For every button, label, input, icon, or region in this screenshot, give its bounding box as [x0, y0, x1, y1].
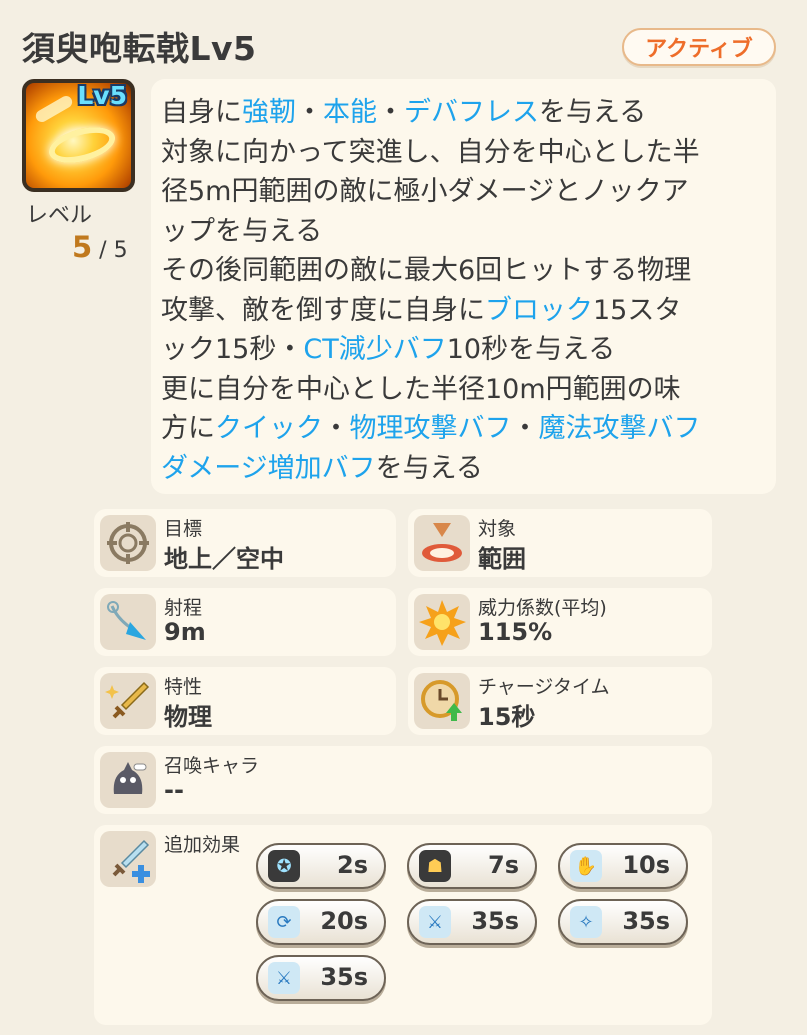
description-text: 更に自分を中心とした半径10m円範囲の味 — [161, 373, 681, 405]
info-card-power: 威力係数(平均) 115% — [408, 588, 712, 656]
level-max: / 5 — [92, 238, 128, 263]
description-text: 10秒を与える — [446, 334, 616, 365]
description-text: ・ — [377, 97, 404, 128]
effect-mag-atk[interactable]: ✧ 35s — [558, 899, 688, 945]
description-text: 対象に向かって突進し、自分を中心とした半 — [161, 136, 700, 168]
keyword-link: ダメージ増加バフ — [161, 452, 376, 484]
effect-quick[interactable]: ⟳ 20s — [256, 899, 386, 945]
description-line: ップを与える — [161, 212, 766, 252]
skill-level-tag: Lv5 — [77, 81, 127, 110]
info-card-target: 目標 地上／空中 — [94, 509, 396, 577]
effect-instinct[interactable]: ☗ 7s — [407, 843, 537, 889]
description-line: ダメージ増加バフを与える — [161, 449, 766, 489]
level-label: レベル — [26, 203, 93, 228]
skill-title: 須臾咆転戟Lv5 — [22, 29, 257, 68]
skill-icon: Lv5 — [22, 79, 135, 192]
effect-duration: 35s — [622, 907, 670, 935]
skill-description: 自身に強靭・本能・デバフレスを与える 対象に向かって突進し、自分を中心とした半 径5… — [151, 79, 776, 494]
description-line: 方にクイック・物理攻撃バフ・魔法攻撃バフ — [161, 409, 766, 449]
sword-plus-icon — [100, 831, 156, 887]
description-line: 径5m円範囲の敵に極小ダメージとノックア — [161, 172, 766, 212]
effect-debuffless[interactable]: ✋ 10s — [558, 843, 688, 889]
description-line: 対象に向かって突進し、自分を中心とした半 — [161, 133, 766, 173]
description-text: ップを与える — [161, 215, 323, 247]
info-card-summon: 召喚キャラ -- — [94, 746, 712, 814]
summon-icon — [100, 752, 156, 808]
description-text: 15スタ — [593, 294, 682, 326]
extra-label: 追加効果 — [164, 834, 241, 856]
description-text: 自身に — [161, 97, 242, 128]
scope-value: 範囲 — [478, 545, 526, 573]
info-card-scope: 対象 範囲 — [408, 509, 712, 577]
shield-flex-icon: ✪ — [268, 850, 300, 882]
keyword-link: クイック — [215, 413, 323, 444]
description-line: 自身に強靭・本能・デバフレスを与える — [161, 93, 766, 133]
effect-duration: 10s — [622, 851, 670, 879]
description-text: 攻撃、敵を倒す度に自身に — [161, 294, 485, 326]
description-text: ・ — [296, 97, 323, 128]
power-value: 115% — [478, 618, 553, 646]
keyword-link: CT減少バフ — [303, 334, 447, 365]
summon-label: 召喚キャラ — [164, 755, 260, 777]
description-line: ック15秒・CT減少バフ10秒を与える — [161, 330, 766, 370]
keyword-link: 強靭 — [242, 97, 296, 128]
keyword-link: 物理攻撃バフ — [349, 413, 512, 444]
sword-up-icon: ⚔ — [268, 962, 300, 994]
level-current: 5 — [72, 230, 93, 264]
description-text: を与える — [375, 452, 483, 484]
description-text: その後同範囲の敵に最大6回ヒットする物理 — [161, 255, 692, 286]
figure-icon: ☗ — [419, 850, 451, 882]
effect-phys-atk[interactable]: ⚔ 35s — [407, 899, 537, 945]
info-card-charge: チャージタイム 15秒 — [408, 667, 712, 735]
effect-duration: 20s — [320, 907, 368, 935]
effect-duration: 2s — [337, 851, 368, 879]
description-line: 攻撃、敵を倒す度に自身にブロック15スタ — [161, 291, 766, 331]
keyword-link: デバフレス — [404, 97, 539, 128]
info-card-trait: 特性 物理 — [94, 667, 396, 735]
description-text: ック15秒・ — [161, 334, 304, 365]
charge-label: チャージタイム — [478, 676, 610, 698]
crosshair-icon — [100, 515, 156, 571]
area-icon — [414, 515, 470, 571]
description-text: を与える — [539, 97, 647, 128]
effect-duration: 35s — [471, 907, 519, 935]
flame-ring-icon — [45, 120, 119, 170]
summon-value: -- — [164, 776, 184, 804]
keyword-link: 本能 — [323, 97, 377, 128]
hands-icon: ✋ — [570, 850, 602, 882]
effect-toughness[interactable]: ✪ 2s — [256, 843, 386, 889]
description-text: ・ — [511, 413, 539, 444]
flare-decoration — [33, 93, 75, 125]
range-label: 射程 — [164, 597, 203, 619]
description-text: ・ — [322, 413, 350, 444]
burst-icon — [414, 594, 470, 650]
power-label: 威力係数(平均) — [478, 597, 607, 619]
active-badge: アクティブ — [622, 28, 776, 66]
wand-up-icon: ✧ — [570, 906, 602, 938]
trait-label: 特性 — [164, 676, 203, 698]
clock-icon — [414, 673, 470, 729]
description-text: 方に — [161, 413, 215, 444]
arrow-icon — [100, 594, 156, 650]
effect-duration: 35s — [320, 963, 368, 991]
description-text: 径5m円範囲の敵に極小ダメージとノックア — [161, 176, 689, 207]
description-line: 更に自分を中心とした半径10m円範囲の味 — [161, 370, 766, 410]
effect-duration: 7s — [488, 851, 519, 879]
keyword-link: ブロック — [485, 294, 593, 326]
range-value: 9m — [164, 618, 206, 646]
target-label: 目標 — [164, 518, 203, 540]
scope-label: 対象 — [478, 518, 517, 540]
charge-value: 15秒 — [478, 703, 536, 731]
effect-dmg-up[interactable]: ⚔ 35s — [256, 955, 386, 1001]
clock-arrow-icon: ⟳ — [268, 906, 300, 938]
target-value: 地上／空中 — [164, 545, 284, 573]
level-value: 5 / 5 — [72, 230, 128, 264]
trait-value: 物理 — [164, 703, 212, 731]
sword-up-icon: ⚔ — [419, 906, 451, 938]
info-card-range: 射程 9m — [94, 588, 396, 656]
keyword-link: 魔法攻撃バフ — [538, 413, 701, 444]
description-line: その後同範囲の敵に最大6回ヒットする物理 — [161, 251, 766, 291]
sword-icon — [100, 673, 156, 729]
